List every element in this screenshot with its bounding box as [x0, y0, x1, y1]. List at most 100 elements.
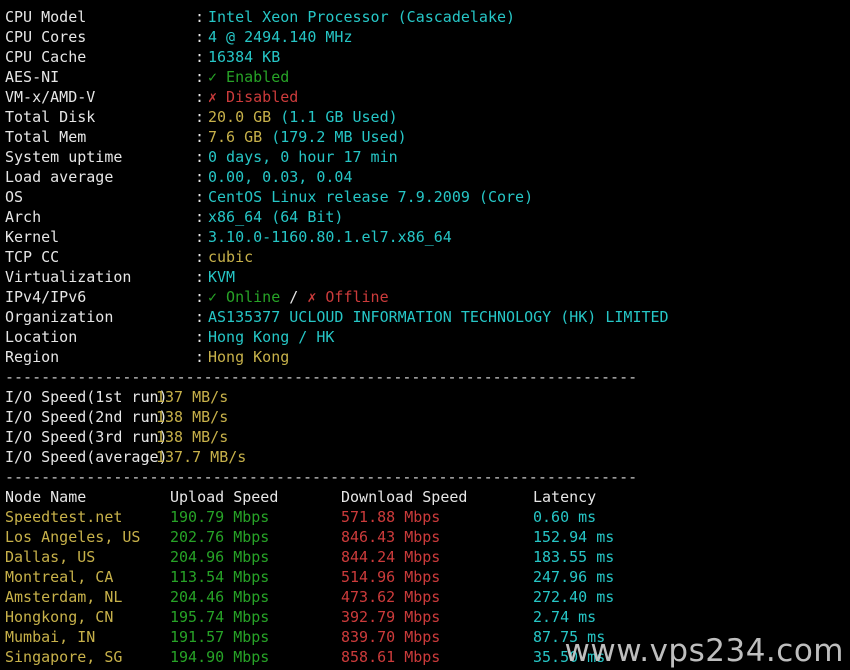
speedtest-cell-node-name: Montreal, CA [5, 568, 114, 586]
speedtest-cell-node-name: Los Angeles, US [5, 528, 141, 546]
speedtest-row: Montreal, CA 113.54 Mbps 514.96 Mbps 247.96… [5, 567, 845, 587]
io-speed-value: 137.7 MB/s [156, 448, 247, 466]
info-label: CPU Cores [5, 28, 87, 46]
speedtest-cell-download-speed: 858.61 Mbps [341, 648, 441, 666]
info-row: Organization: AS135377 UCLOUD INFORMATION… [5, 307, 845, 327]
info-value-segment: (1.1 GB Used) [280, 108, 398, 126]
speedtest-header-node-name: Node Name [5, 488, 87, 506]
info-colon: : [195, 168, 205, 186]
info-colon: : [195, 48, 205, 66]
info-value: 0 days, 0 hour 17 min [208, 148, 398, 166]
info-label: Total Disk [5, 108, 96, 126]
info-value-segment: ✗ Offline [307, 288, 389, 306]
speedtest-cell-node-name: Mumbai, IN [5, 628, 96, 646]
info-row: CPU Model: Intel Xeon Processor (Cascadel… [5, 7, 845, 27]
speedtest-cell-download-speed: 473.62 Mbps [341, 588, 441, 606]
site-watermark: www.vps234.com [564, 633, 844, 669]
info-colon: : [195, 228, 205, 246]
info-row: TCP CC: cubic [5, 247, 845, 267]
info-colon: : [195, 128, 205, 146]
info-row: Total Mem:7.6 GB (179.2 MB Used) [5, 127, 845, 147]
info-row: VM-x/AMD-V: ✗ Disabled [5, 87, 845, 107]
info-label: VM-x/AMD-V [5, 88, 96, 106]
info-colon: : [195, 348, 205, 366]
info-value-segment: / [289, 288, 308, 306]
info-value: 3.10.0-1160.80.1.el7.x86_64 [208, 228, 452, 246]
speedtest-cell-node-name: Singapore, SG [5, 648, 123, 666]
speedtest-cell-node-name: Dallas, US [5, 548, 96, 566]
info-label: OS [5, 188, 24, 206]
speedtest-cell-latency: 272.40 ms [533, 588, 615, 606]
info-label: TCP CC [5, 248, 60, 266]
info-label: Arch [5, 208, 42, 226]
io-speed-row: I/O Speed(1st run):137 MB/s [5, 387, 845, 407]
info-row: Total Disk:20.0 GB (1.1 GB Used) [5, 107, 845, 127]
speedtest-cell-upload-speed: 190.79 Mbps [170, 508, 270, 526]
info-value: ✓ Enabled [208, 68, 290, 86]
info-value: 16384 KB [208, 48, 281, 66]
info-row: Virtualization: KVM [5, 267, 845, 287]
speedtest-cell-upload-speed: 195.74 Mbps [170, 608, 270, 626]
info-value: AS135377 UCLOUD INFORMATION TECHNOLOGY (… [208, 308, 669, 326]
info-label: Kernel [5, 228, 60, 246]
speedtest-cell-download-speed: 846.43 Mbps [341, 528, 441, 546]
info-value: Hong Kong / HK [208, 328, 335, 346]
info-value: Hong Kong [208, 348, 290, 366]
speedtest-cell-node-name: Amsterdam, NL [5, 588, 123, 606]
separator-line-2: ----------------------------------------… [5, 468, 638, 486]
info-label: Virtualization [5, 268, 132, 286]
info-row: CPU Cores:4 @ 2494.140 MHz [5, 27, 845, 47]
speedtest-row: Hongkong, CN 195.74 Mbps 392.79 Mbps 2.74 m… [5, 607, 845, 627]
info-colon: : [195, 88, 205, 106]
info-colon: : [195, 308, 205, 326]
info-colon: : [195, 288, 205, 306]
info-label: AES-NI [5, 68, 60, 86]
io-speed-colon: : [143, 408, 153, 426]
info-row: CPU Cache:16384 KB [5, 47, 845, 67]
speedtest-cell-latency: 152.94 ms [533, 528, 615, 546]
info-value: 7.6 GB (179.2 MB Used) [208, 127, 407, 147]
info-row: AES-NI: ✓ Enabled [5, 67, 845, 87]
io-speed-colon: : [143, 388, 153, 406]
info-value: CentOS Linux release 7.9.2009 (Core) [208, 188, 534, 206]
info-value: 4 @ 2494.140 MHz [208, 28, 353, 46]
speedtest-cell-download-speed: 392.79 Mbps [341, 608, 441, 626]
speedtest-header-download-speed: Download Speed [341, 488, 468, 506]
info-colon: : [195, 148, 205, 166]
terminal-window: CPU Model: Intel Xeon Processor (Cascadel… [0, 0, 850, 670]
speedtest-header-latency: Latency [533, 488, 597, 506]
speedtest-cell-download-speed: 571.88 Mbps [341, 508, 441, 526]
info-label: CPU Cache [5, 48, 87, 66]
info-value: 0.00, 0.03, 0.04 [208, 168, 353, 186]
speedtest-cell-node-name: Speedtest.net [5, 508, 123, 526]
info-colon: : [195, 8, 205, 26]
info-value: cubic [208, 248, 254, 266]
info-label: System uptime [5, 148, 123, 166]
info-value-segment: (179.2 MB Used) [271, 128, 407, 146]
speedtest-row: Dallas, US 204.96 Mbps 844.24 Mbps 183.55 m… [5, 547, 845, 567]
info-label: IPv4/IPv6 [5, 288, 87, 306]
info-row: Kernel:3.10.0-1160.80.1.el7.x86_64 [5, 227, 845, 247]
io-speed-row: I/O Speed(3rd run):138 MB/s [5, 427, 845, 447]
info-label: Organization [5, 308, 114, 326]
io-speed-block: I/O Speed(1st run):137 MB/s I/O Speed(2nd… [5, 387, 845, 467]
info-value: ✗ Disabled [208, 88, 299, 106]
speedtest-cell-upload-speed: 113.54 Mbps [170, 568, 270, 586]
info-value: x86_64 (64 Bit) [208, 208, 344, 226]
speedtest-header-row: Node Name Upload Speed Download Speed Laten… [5, 487, 845, 507]
io-speed-colon: : [143, 428, 153, 446]
info-colon: : [195, 28, 205, 46]
info-value-segment: 20.0 GB [208, 108, 281, 126]
speedtest-cell-node-name: Hongkong, CN [5, 608, 114, 626]
info-colon: : [195, 108, 205, 126]
info-label: Location [5, 328, 78, 346]
info-label: Total Mem [5, 128, 87, 146]
speedtest-cell-upload-speed: 191.57 Mbps [170, 628, 270, 646]
info-value-segment: ✓ Online [208, 288, 290, 306]
info-value-segment: 7.6 GB [208, 128, 272, 146]
info-label: Load average [5, 168, 114, 186]
info-row: Location: Hong Kong / HK [5, 327, 845, 347]
info-row: Region: Hong Kong [5, 347, 845, 367]
io-speed-value: 137 MB/s [156, 388, 229, 406]
info-colon: : [195, 248, 205, 266]
